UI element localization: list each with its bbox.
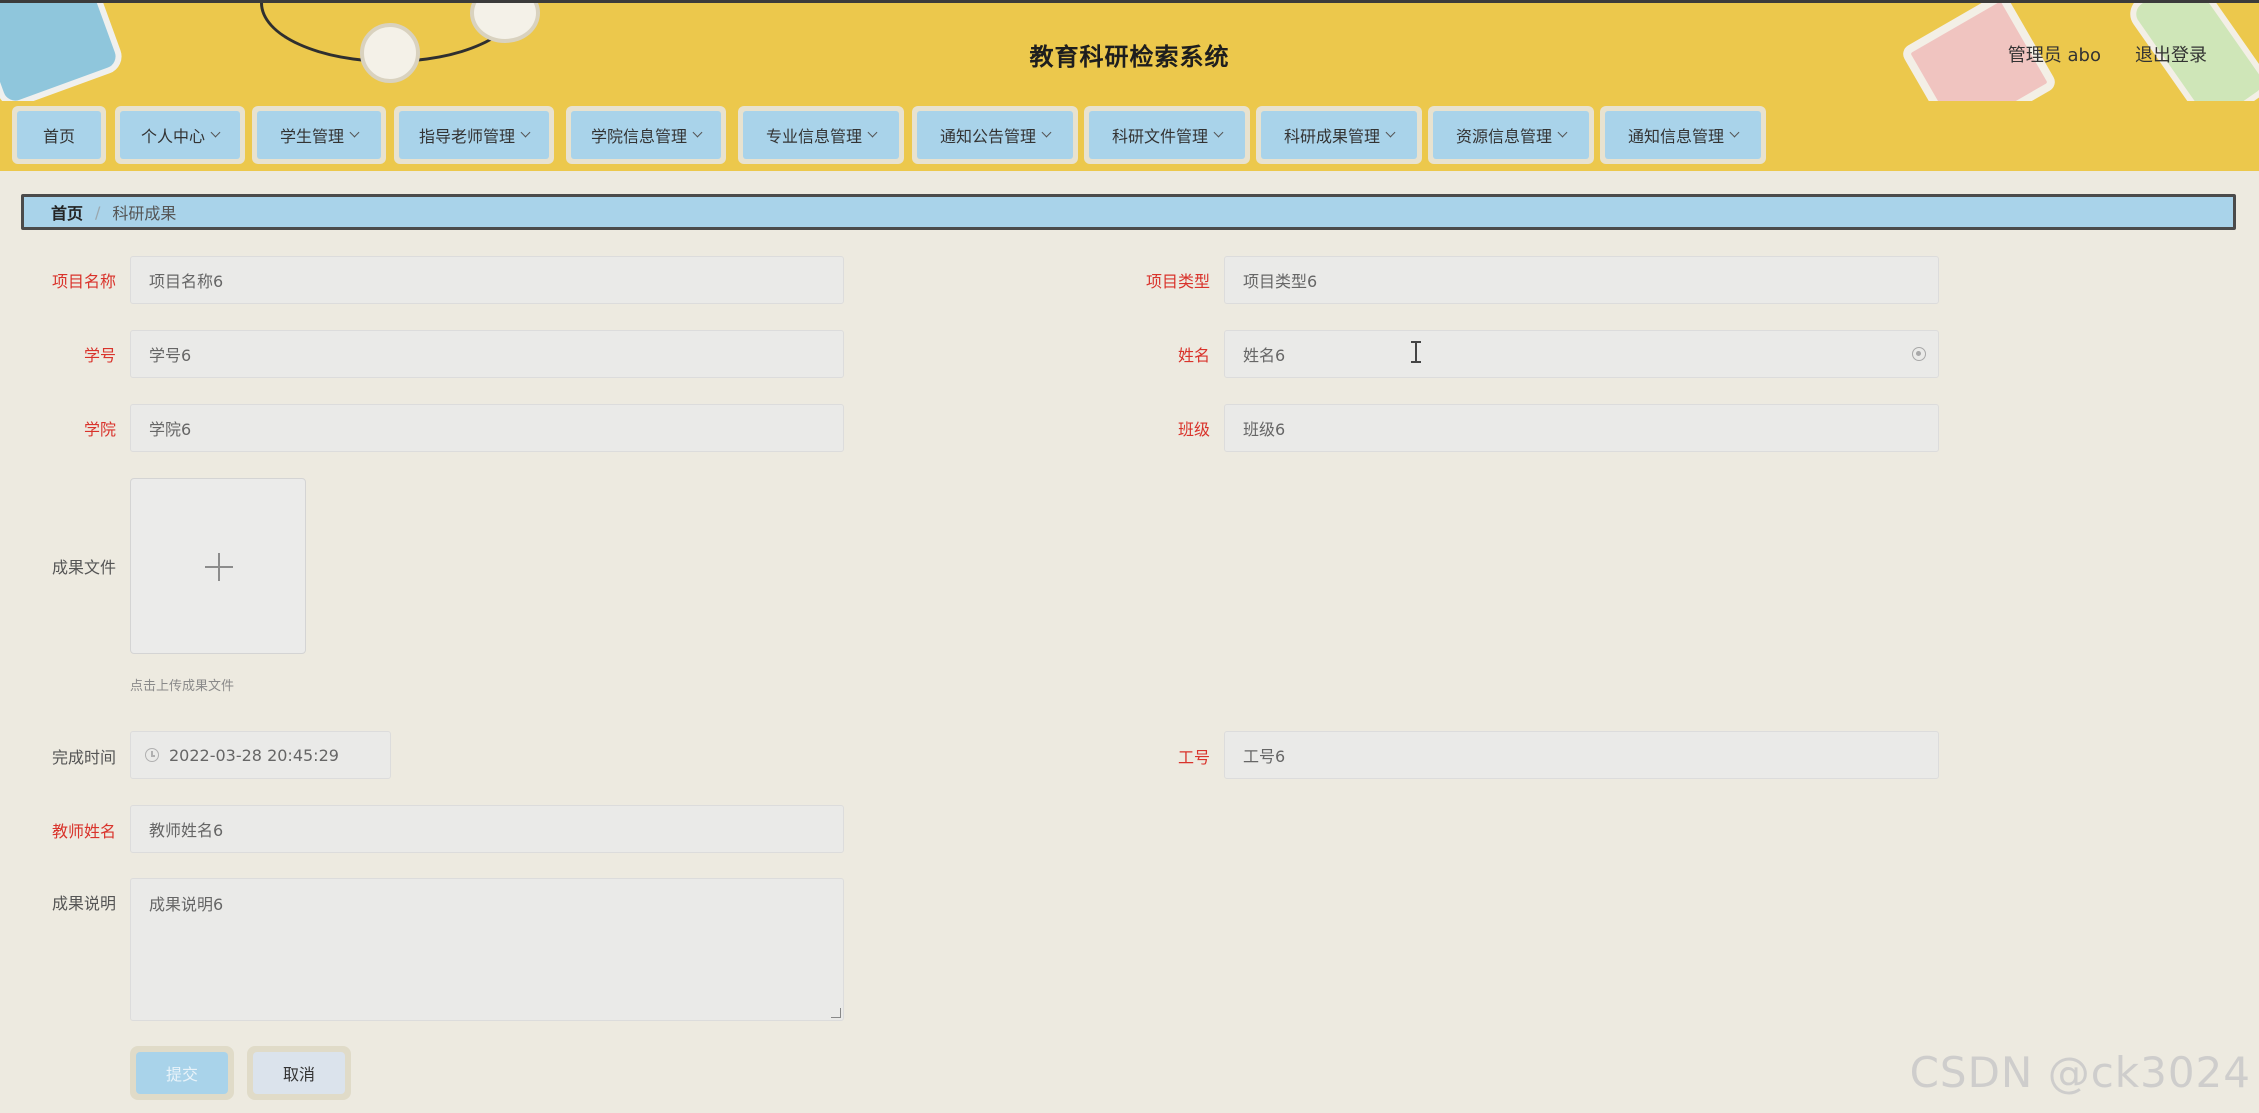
nav-item-home[interactable]: 首页: [12, 106, 106, 164]
chevron-down-icon: [1213, 127, 1224, 138]
name-label: 姓名: [1177, 346, 1210, 365]
text-cursor-icon: [1411, 341, 1421, 363]
nav-item-label: 科研文件管理: [1111, 127, 1208, 146]
name-input[interactable]: 姓名6: [1224, 330, 1939, 378]
chevron-down-icon: [692, 127, 703, 138]
logout-link[interactable]: 退出登录: [2135, 41, 2207, 67]
nav-item-label: 指导老师管理: [418, 127, 515, 146]
nav-item-label: 学生管理: [279, 127, 344, 146]
project-type-value: 项目类型6: [1243, 272, 1318, 291]
result-desc-value: 成果说明6: [149, 895, 224, 914]
teacher-name-value: 教师姓名6: [149, 821, 224, 840]
teacher-name-input[interactable]: 教师姓名6: [130, 805, 844, 853]
clear-icon[interactable]: [1912, 347, 1926, 361]
project-name-label: 项目名称: [51, 272, 116, 291]
nav-item-notification-management[interactable]: 通知信息管理: [1600, 106, 1766, 164]
name-value: 姓名6: [1243, 346, 1286, 365]
class-label: 班级: [1177, 420, 1210, 439]
top-nav-bar: 首页 个人中心 学生管理 指导老师管理 学院信息管理 专业信息管理 通知公告管理…: [0, 101, 2259, 171]
clock-icon: [145, 748, 159, 762]
submit-button[interactable]: 提交: [136, 1052, 228, 1094]
plus-icon: [218, 553, 220, 581]
nav-item-resource-management[interactable]: 资源信息管理: [1428, 106, 1594, 164]
app-title: 教育科研检索系统: [1029, 43, 1230, 71]
nav-item-notice-management[interactable]: 通知公告管理: [912, 106, 1078, 164]
result-desc-textarea[interactable]: 成果说明6: [130, 878, 844, 1021]
nav-item-label: 学院信息管理: [590, 127, 687, 146]
student-no-input[interactable]: 学号6: [130, 330, 844, 378]
file-upload-button[interactable]: [130, 478, 306, 654]
nav-item-label: 科研成果管理: [1283, 127, 1380, 146]
staff-no-value: 工号6: [1243, 747, 1286, 766]
nav-item-label: 专业信息管理: [765, 127, 862, 146]
chevron-down-icon: [349, 127, 360, 138]
nav-item-major-management[interactable]: 专业信息管理: [738, 106, 904, 164]
finish-time-label: 完成时间: [51, 748, 116, 767]
finish-time-picker[interactable]: 2022-03-28 20:45:29: [130, 731, 391, 779]
nav-item-research-file-management[interactable]: 科研文件管理: [1084, 106, 1250, 164]
result-file-label: 成果文件: [51, 558, 116, 577]
upload-hint: 点击上传成果文件: [130, 679, 235, 694]
college-value: 学院6: [149, 420, 192, 439]
nav-item-student-management[interactable]: 学生管理: [252, 106, 386, 164]
nav-item-research-result-management[interactable]: 科研成果管理: [1256, 106, 1422, 164]
nav-item-label: 首页: [42, 127, 75, 146]
staff-no-label: 工号: [1177, 748, 1210, 767]
app-header: 教育科研检索系统 管理员 abo 退出登录: [0, 0, 2259, 101]
student-no-value: 学号6: [149, 346, 192, 365]
nav-item-personal-center[interactable]: 个人中心: [115, 106, 245, 164]
breadcrumb-current: 科研成果: [112, 204, 177, 223]
cancel-button-wrap: 取消: [247, 1046, 351, 1100]
cancel-button[interactable]: 取消: [253, 1052, 345, 1094]
class-input[interactable]: 班级6: [1224, 404, 1939, 452]
chevron-down-icon: [520, 127, 531, 138]
teacher-name-label: 教师姓名: [51, 822, 116, 841]
nav-item-label: 个人中心: [140, 127, 205, 146]
current-user-label: 管理员 abo: [2007, 45, 2101, 66]
nav-item-advisor-management[interactable]: 指导老师管理: [394, 106, 554, 164]
breadcrumb: 首页 / 科研成果: [21, 194, 2236, 230]
chevron-down-icon: [1557, 127, 1568, 138]
project-type-label: 项目类型: [1145, 272, 1210, 291]
result-desc-label: 成果说明: [51, 894, 116, 913]
finish-time-value: 2022-03-28 20:45:29: [169, 745, 339, 765]
breadcrumb-separator: /: [95, 202, 101, 222]
nav-item-label: 资源信息管理: [1455, 127, 1552, 146]
chevron-down-icon: [1385, 127, 1396, 138]
project-name-value: 项目名称6: [149, 272, 224, 291]
chevron-down-icon: [210, 127, 221, 138]
class-value: 班级6: [1243, 420, 1286, 439]
student-no-label: 学号: [83, 346, 116, 365]
nav-item-college-management[interactable]: 学院信息管理: [566, 106, 726, 164]
submit-button-wrap: 提交: [130, 1046, 234, 1100]
project-type-input[interactable]: 项目类型6: [1224, 256, 1939, 304]
project-name-input[interactable]: 项目名称6: [130, 256, 844, 304]
staff-no-input[interactable]: 工号6: [1224, 731, 1939, 779]
chevron-down-icon: [867, 127, 878, 138]
college-label: 学院: [83, 420, 116, 439]
breadcrumb-home[interactable]: 首页: [51, 200, 83, 224]
nav-item-label: 通知公告管理: [939, 127, 1036, 146]
watermark: CSDN @ck3024: [1909, 1048, 2251, 1097]
chevron-down-icon: [1729, 127, 1740, 138]
resize-handle-icon[interactable]: [831, 1008, 841, 1018]
college-input[interactable]: 学院6: [130, 404, 844, 452]
chevron-down-icon: [1041, 127, 1052, 138]
nav-item-label: 通知信息管理: [1627, 127, 1724, 146]
